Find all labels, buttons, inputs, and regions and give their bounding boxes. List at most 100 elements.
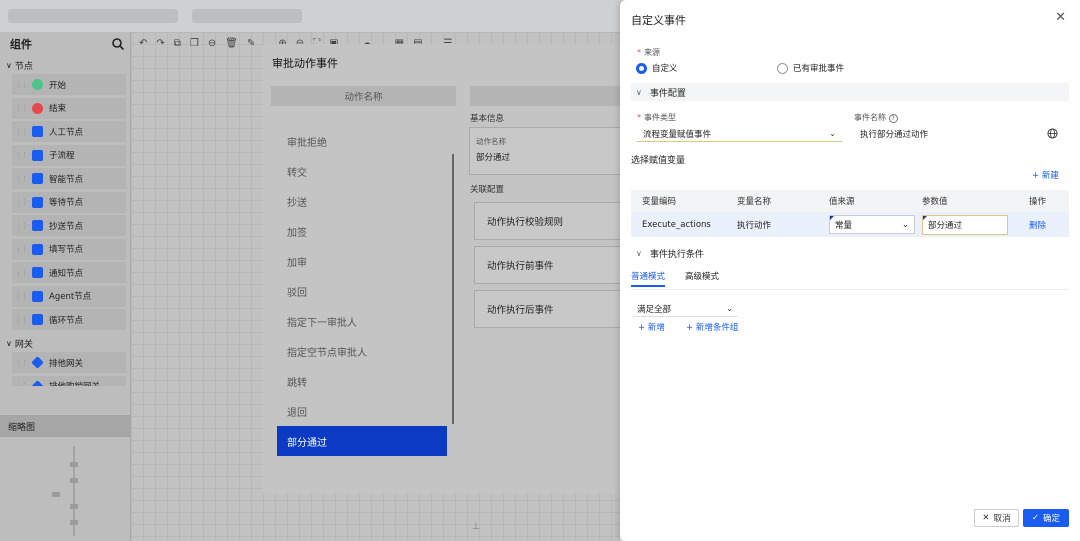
node-item[interactable]: ⋮⋮ 抄送节点 (12, 215, 126, 236)
action-item[interactable]: 退回 (277, 396, 447, 426)
drag-handle-icon[interactable]: ⋮⋮ (15, 316, 28, 324)
drag-handle-icon[interactable]: ⋮⋮ (15, 269, 28, 277)
action-item[interactable]: 加签 (277, 216, 447, 246)
condition-section[interactable]: ∨ 事件执行条件 (631, 244, 1069, 262)
add-condition-group-button[interactable]: + 新增条件组 (686, 321, 738, 333)
node-label: Agent节点 (49, 292, 92, 302)
source-radio-existing[interactable]: 已有审批事件 (777, 62, 844, 74)
action-column-header: 动作名称 (271, 86, 456, 106)
custom-event-drawer: 自定义事件 ✕ * 来源 自定义 已有审批事件 ∨ 事件配置 * 事件类型 流程变量… (620, 0, 1080, 541)
event-name-input[interactable]: 执行部分通过动作 (854, 125, 1044, 142)
drag-handle-icon[interactable]: ⋮⋮ (15, 81, 28, 89)
radio-unchecked-icon (777, 62, 788, 74)
action-item[interactable]: 跳转 (277, 366, 447, 396)
delete-row-link[interactable]: 删除 (1026, 219, 1069, 231)
section-gateway[interactable]: ∨ 网关 (0, 334, 130, 352)
zoom-icon[interactable]: ⊖ (208, 38, 216, 49)
node-item[interactable]: ⋮⋮ 智能节点 (12, 168, 126, 189)
source-label-text: 来源 (644, 48, 660, 57)
smart-node-icon (32, 173, 43, 184)
event-name-label: 事件名称 ? (854, 112, 898, 123)
table-header: 变量编码 变量名称 值来源 参数值 操作 (631, 190, 1069, 212)
cell-var-name: 执行动作 (737, 220, 772, 231)
drag-handle-icon[interactable]: ⋮⋮ (15, 245, 28, 253)
node-item[interactable]: ⋮⋮ 等待节点 (12, 191, 126, 213)
drag-handle-icon[interactable]: ⋮⋮ (15, 222, 28, 230)
radio-label: 已有审批事件 (793, 64, 845, 74)
param-value: 部分通过 (928, 220, 963, 231)
node-item[interactable]: ⋮⋮ 开始 (12, 74, 126, 95)
node-item[interactable]: ⋮⋮ 循环节点 (12, 309, 126, 330)
chevron-down-icon: ⌄ (726, 304, 733, 313)
event-type-select[interactable]: 流程变量赋值事件 ⌄ (636, 125, 843, 142)
chevron-down-icon: ⌄ (901, 219, 909, 230)
action-item[interactable]: 加审 (277, 246, 447, 276)
source-radio-custom[interactable]: 自定义 (636, 62, 678, 74)
node-label: 子流程 (49, 151, 75, 161)
help-icon[interactable]: ? (888, 114, 898, 123)
radio-label: 自定义 (652, 64, 678, 74)
node-item[interactable]: ⋮⋮ Agent节点 (12, 285, 126, 307)
redo-icon[interactable]: ↷ (156, 38, 164, 49)
action-item[interactable]: 转交 (277, 156, 447, 186)
drag-handle-icon[interactable]: ⋮⋮ (15, 175, 28, 183)
node-label: 结束 (49, 104, 67, 114)
tab-advanced-mode[interactable]: 高级模式 (685, 270, 719, 287)
panel-title: 组件 (10, 38, 32, 51)
drag-handle-icon[interactable]: ⋮⋮ (15, 104, 28, 112)
node-label: 抄送节点 (49, 221, 84, 232)
paste-icon[interactable]: ❐ (190, 38, 199, 49)
search-icon[interactable] (112, 38, 124, 50)
tab-normal-mode[interactable]: 普通模式 (631, 270, 666, 287)
action-item[interactable]: 审批拒绝 (277, 126, 447, 156)
add-condition-button[interactable]: + 新增 (638, 321, 665, 333)
assign-vars-label: 选择赋值变量 (631, 156, 686, 166)
action-list-scrollbar[interactable] (452, 154, 454, 424)
drag-handle-icon[interactable]: ⋮⋮ (15, 292, 28, 300)
copy-icon[interactable]: ⧉ (174, 38, 181, 49)
undo-icon[interactable]: ↶ (139, 38, 147, 49)
close-icon[interactable]: ✕ (1055, 10, 1066, 25)
drag-handle-icon[interactable]: ⋮⋮ (15, 128, 28, 136)
confirm-button[interactable]: ✓ 确定 (1023, 509, 1069, 527)
dialog-title: 审批动作事件 (272, 57, 338, 70)
action-item[interactable]: 抄送 (277, 186, 447, 216)
drag-handle-icon[interactable]: ⋮⋮ (15, 382, 28, 386)
col-header: 操作 (1029, 197, 1047, 207)
col-header: 值来源 (829, 197, 855, 207)
drag-handle-icon[interactable]: ⋮⋮ (15, 151, 28, 159)
section-label: 网关 (14, 339, 33, 350)
required-mark: * (637, 48, 641, 57)
gateway-item[interactable]: ⋮⋮ 排他网关 (12, 352, 126, 373)
value-source-select[interactable]: 常量 ⌄ (829, 215, 915, 234)
action-item[interactable]: 驳回 (277, 276, 447, 306)
cancel-button[interactable]: ✕ 取消 (974, 509, 1019, 527)
component-panel-header: 组件 (0, 32, 130, 56)
delete-icon[interactable]: 🗑 (225, 38, 238, 49)
match-mode-select[interactable]: 满足全部 ⌄ (632, 300, 738, 317)
node-item[interactable]: ⋮⋮ 结束 (12, 97, 126, 119)
close-icon: ✕ (982, 513, 990, 523)
clear-icon[interactable]: ✎ (247, 38, 255, 49)
action-item[interactable]: 指定下一审批人 (277, 306, 447, 336)
new-variable-button[interactable]: + 新建 (1032, 169, 1059, 181)
action-item[interactable]: 指定空节点审批人 (277, 336, 447, 366)
drag-handle-icon[interactable]: ⋮⋮ (15, 359, 28, 367)
section-nodes[interactable]: ∨ 节点 (0, 56, 130, 74)
minimap[interactable] (40, 444, 100, 539)
param-value-input[interactable]: 部分通过 (922, 214, 1008, 235)
section-title: 事件配置 (649, 88, 686, 99)
node-item[interactable]: ⋮⋮ 通知节点 (12, 262, 126, 283)
hourglass-icon (32, 196, 43, 208)
gateway-item[interactable]: ⋮⋮ 排他购销网关 (12, 375, 126, 386)
match-mode-value: 满足全部 (637, 304, 672, 315)
node-item[interactable]: ⋮⋮ 子流程 (12, 144, 126, 166)
source-label: * 来源 (637, 47, 660, 58)
event-config-section[interactable]: ∨ 事件配置 (631, 83, 1069, 101)
section-label: 节点 (14, 61, 33, 72)
node-item[interactable]: ⋮⋮ 人工节点 (12, 121, 126, 142)
action-item[interactable]: 部分通过 (277, 426, 447, 456)
node-item[interactable]: ⋮⋮ 填写节点 (12, 238, 126, 260)
globe-icon[interactable] (1047, 128, 1058, 139)
drag-handle-icon[interactable]: ⋮⋮ (15, 198, 28, 206)
